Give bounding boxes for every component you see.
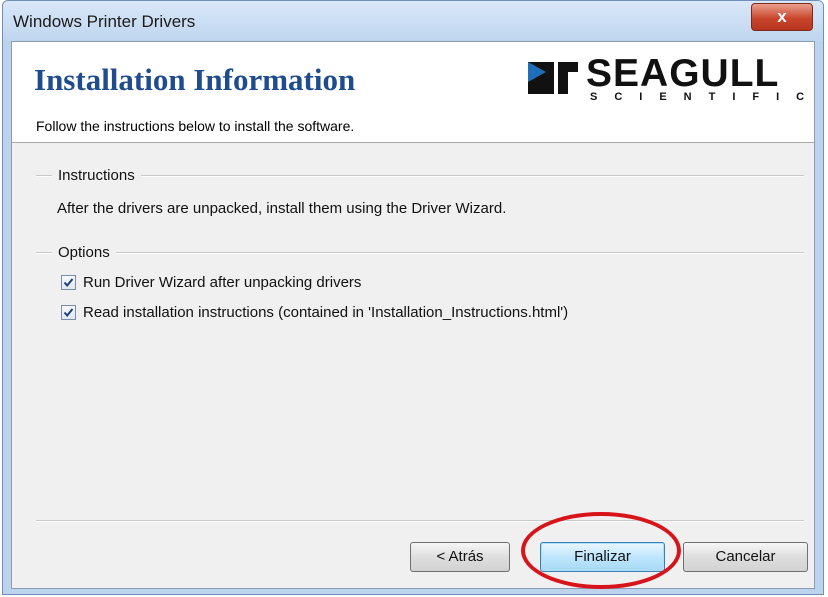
dialog-content: Installation Information Follow the inst… <box>11 41 815 589</box>
header-panel: Installation Information Follow the inst… <box>12 42 814 143</box>
read-instructions-checkbox[interactable] <box>61 305 76 320</box>
options-divider <box>36 252 804 254</box>
instructions-group-label: Instructions <box>52 167 141 184</box>
finish-button[interactable]: Finalizar <box>540 542 665 572</box>
close-button[interactable]: x <box>751 3 813 31</box>
close-icon: x <box>777 7 787 26</box>
logo-subtext: SCIENTIFIC <box>590 91 822 103</box>
options-group-label: Options <box>52 244 116 261</box>
seagull-logo: SEAGULL SCIENTIFIC <box>524 52 804 106</box>
option-run-driver-wizard[interactable]: Run Driver Wizard after unpacking driver… <box>61 274 361 291</box>
installer-window: Windows Printer Drivers x Installation I… <box>2 0 824 595</box>
run-driver-wizard-checkbox[interactable] <box>61 275 76 290</box>
logo-wordmark: SEAGULL <box>586 52 780 95</box>
run-driver-wizard-label[interactable]: Run Driver Wizard after unpacking driver… <box>83 274 361 291</box>
checkmark-icon <box>63 278 74 288</box>
footer-divider <box>36 520 804 522</box>
cancel-button[interactable]: Cancelar <box>683 542 808 572</box>
page-subtitle: Follow the instructions below to install… <box>36 118 355 134</box>
title-bar[interactable]: Windows Printer Drivers x <box>3 1 823 41</box>
seagull-logo-icon <box>528 62 578 94</box>
instructions-text: After the drivers are unpacked, install … <box>57 200 507 217</box>
instructions-divider <box>36 175 804 177</box>
page-title: Installation Information <box>34 62 356 97</box>
window-title: Windows Printer Drivers <box>13 12 196 31</box>
checkmark-icon <box>63 308 74 318</box>
option-read-instructions[interactable]: Read installation instructions (containe… <box>61 304 568 321</box>
read-instructions-label[interactable]: Read installation instructions (containe… <box>83 304 568 321</box>
back-button[interactable]: < Atrás <box>410 542 510 572</box>
